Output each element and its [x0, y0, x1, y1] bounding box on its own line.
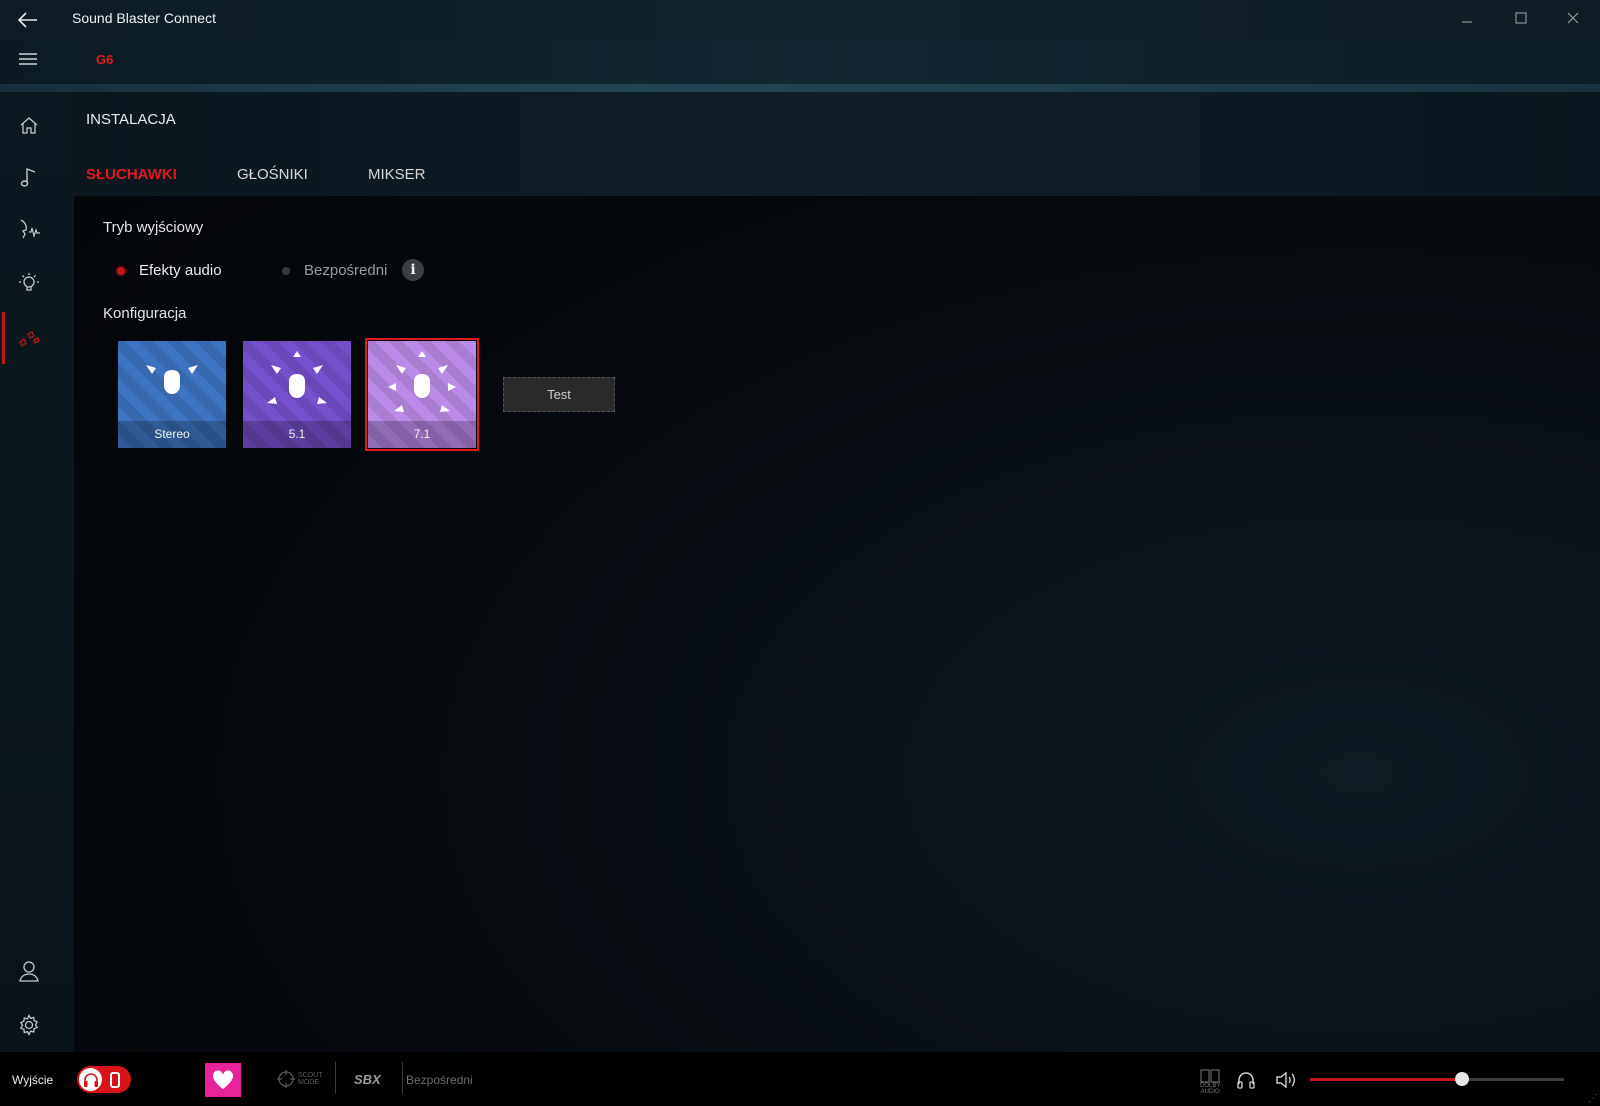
back-button[interactable]: [14, 8, 42, 32]
dolby-audio-logo: DOLBY AUDIO: [1200, 1069, 1220, 1095]
hamburger-menu-button[interactable]: [14, 48, 42, 70]
voice-icon: [20, 219, 40, 239]
dolby-icon: [1200, 1069, 1220, 1083]
maximize-button[interactable]: [1494, 0, 1548, 36]
sidebar-item-voice[interactable]: [14, 214, 46, 244]
sidebar-item-home[interactable]: [14, 110, 44, 140]
user-icon: [19, 961, 39, 982]
headphones-icon: [1237, 1072, 1255, 1089]
music-note-icon: [20, 167, 36, 187]
tab-mixer[interactable]: MIKSER: [368, 166, 426, 183]
divider: [335, 1062, 336, 1094]
radio-audio-effects[interactable]: Efekty audio: [117, 262, 222, 279]
surround-5-1-icon: [267, 351, 327, 404]
output-mode-label: Tryb wyjściowy: [103, 219, 204, 236]
maximize-icon: [1515, 12, 1527, 24]
output-toggle[interactable]: [77, 1066, 131, 1093]
config-tile-stereo[interactable]: Stereo: [118, 341, 226, 448]
radio-indicator: [117, 266, 125, 275]
gear-icon: [19, 1014, 39, 1036]
minimize-button[interactable]: [1440, 0, 1494, 36]
resize-grip-icon[interactable]: ⋰: [1588, 1093, 1598, 1104]
info-icon[interactable]: i: [402, 259, 424, 281]
headphones-icon: [83, 1072, 98, 1087]
tile-label: 5.1: [243, 421, 351, 448]
lightbulb-icon: [19, 273, 39, 291]
configuration-label: Konfiguracja: [103, 305, 187, 322]
sidebar-item-lighting[interactable]: [14, 268, 44, 298]
heart-icon: [212, 1070, 234, 1089]
radio-label: Efekty audio: [139, 262, 222, 279]
divider: [402, 1062, 403, 1094]
direct-mode-status: Bezpośredni: [406, 1073, 473, 1087]
volume-slider[interactable]: [1310, 1072, 1564, 1086]
scout-mode-text-2: MODE: [298, 1079, 319, 1086]
headphone-output-button[interactable]: [1234, 1068, 1258, 1092]
speaker-setup-icon: [19, 331, 40, 347]
sidebar-item-profile[interactable]: [14, 956, 44, 986]
dolby-audio-text: AUDIO: [1200, 1089, 1220, 1095]
app-title: Sound Blaster Connect: [72, 10, 216, 26]
headphones-knob: [79, 1068, 102, 1091]
device-name: G6: [96, 52, 114, 67]
title-bar: [0, 0, 1600, 40]
crosshair-icon: [277, 1070, 295, 1088]
radio-indicator: [282, 266, 290, 275]
sidebar-active-indicator: [2, 312, 5, 364]
stereo-layout-icon: [146, 365, 198, 394]
tab-headphones[interactable]: SŁUCHAWKI: [86, 166, 177, 183]
minimize-icon: [1462, 21, 1472, 23]
radio-label: Bezpośredni: [304, 262, 388, 279]
accent-line: [0, 84, 1600, 92]
back-arrow-icon: [18, 12, 37, 28]
test-button[interactable]: Test: [503, 377, 615, 412]
tab-speakers[interactable]: GŁOŚNIKI: [237, 166, 308, 183]
tile-label: Stereo: [118, 421, 226, 448]
close-button[interactable]: [1546, 0, 1600, 36]
radio-direct[interactable]: Bezpośredni: [282, 262, 387, 279]
sidebar-item-setup[interactable]: [14, 324, 44, 354]
page-title: INSTALACJA: [86, 111, 176, 128]
sbx-button[interactable]: SBX: [354, 1072, 381, 1087]
device-band: [0, 40, 1600, 84]
close-icon: [1567, 12, 1579, 24]
output-label: Wyjście: [12, 1073, 54, 1087]
scout-mode-button[interactable]: SCOUT MODE: [276, 1069, 323, 1089]
volume-mute-button[interactable]: [1274, 1068, 1300, 1092]
selected-tile-outline: [365, 338, 479, 451]
speaker-icon: [110, 1071, 120, 1088]
sidebar-item-settings[interactable]: [14, 1010, 44, 1040]
home-icon: [20, 117, 38, 134]
favorite-button[interactable]: [205, 1063, 241, 1097]
volume-icon: [1276, 1071, 1295, 1089]
volume-fill: [1310, 1078, 1463, 1081]
hamburger-icon: [19, 53, 37, 65]
config-tile-5-1[interactable]: 5.1: [243, 341, 351, 448]
scout-mode-text-1: SCOUT: [298, 1072, 323, 1079]
sidebar-item-music[interactable]: [14, 162, 44, 192]
